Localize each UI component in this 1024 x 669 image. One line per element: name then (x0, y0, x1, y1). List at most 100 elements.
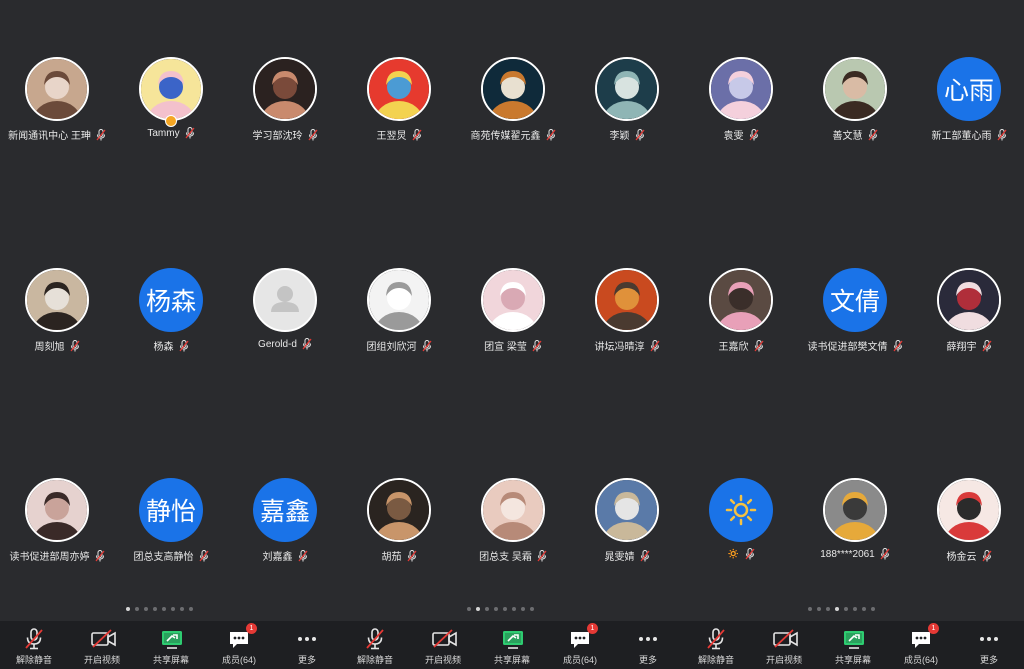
unmute-button[interactable]: 解除静音 (682, 621, 750, 669)
participant-tile[interactable]: 薛翔宇 (912, 268, 1024, 378)
participant-tile[interactable]: 杨森 杨森 (114, 268, 228, 378)
page-dot[interactable] (530, 607, 534, 611)
participant-tile[interactable]: Gerold-d (228, 268, 342, 378)
unmute-button[interactable]: 解除静音 (0, 621, 68, 669)
page-dot[interactable] (144, 607, 148, 611)
participant-tile[interactable]: 周刻旭 (0, 268, 114, 378)
participant-name: 团组刘欣河 (366, 342, 417, 353)
page-dot[interactable] (476, 607, 480, 611)
participant-tile[interactable]: 王嘉欣 (684, 268, 798, 378)
participant-tile[interactable]: 李颖 (570, 57, 684, 167)
start-video-button-label: 开启视频 (424, 655, 461, 665)
unmute-button[interactable]: 解除静音 (341, 621, 409, 669)
page-dot[interactable] (467, 607, 471, 611)
participant-name: 新闻通讯中心 王珅 (8, 131, 91, 142)
participant-tile[interactable]: 团宣 梁莹 (456, 268, 570, 378)
participant-name-row: 王翌炅 (377, 127, 422, 142)
page-dot[interactable] (153, 607, 157, 611)
page-indicator-1[interactable] (126, 607, 193, 611)
photo-girl-blonde-image (27, 59, 87, 119)
participant-tile[interactable]: 🔅 (684, 478, 798, 588)
participant-name-row: 善文慧 (833, 127, 878, 142)
video-off-icon (772, 628, 798, 650)
mic-muted-icon (363, 628, 387, 650)
start-video-button[interactable]: 开启视频 (409, 621, 477, 669)
avatar (595, 57, 659, 121)
page-dot[interactable] (808, 607, 812, 611)
page-dot[interactable] (826, 607, 830, 611)
page-dot[interactable] (180, 607, 184, 611)
mic-muted-icon (532, 339, 542, 351)
participant-tile[interactable]: 学习部沈玲 (228, 57, 342, 167)
participant-tile[interactable]: 文倩 读书促进部樊文倩 (798, 268, 912, 378)
participant-tile[interactable]: 杨金云 (912, 478, 1024, 588)
more-button-label: 更多 (297, 655, 316, 665)
members-button[interactable]: 1 成员(64) (205, 621, 273, 669)
page-dot[interactable] (862, 607, 866, 611)
page-dot[interactable] (503, 607, 507, 611)
page-dot[interactable] (485, 607, 489, 611)
page-dot[interactable] (871, 607, 875, 611)
members-button[interactable]: 1 成员(64) (546, 621, 614, 669)
cartoon-crayon-shin-image (369, 59, 429, 119)
participant-tile[interactable]: 团总支 吴霜 (456, 478, 570, 588)
more-button[interactable]: 更多 (614, 621, 682, 669)
participant-tile[interactable]: 善文慧 (798, 57, 912, 167)
mic-muted-icon (753, 339, 764, 351)
participant-tile[interactable]: Tammy (114, 57, 228, 167)
page-dot[interactable] (844, 607, 848, 611)
more-button[interactable]: 更多 (273, 621, 341, 669)
participant-tile[interactable]: 袁雯 (684, 57, 798, 167)
unmute-button-label: 解除静音 (356, 655, 393, 665)
participant-tile[interactable]: 胡茄 (342, 478, 456, 588)
participant-name: 善文慧 (832, 131, 863, 142)
participant-name-row: 商苑传媒翟元鑫 (471, 127, 556, 142)
participant-tile[interactable]: 读书促进部周亦婷 (0, 478, 114, 588)
mic-muted-icon (69, 339, 80, 351)
members-button[interactable]: 1 成员(64) (887, 621, 955, 669)
participant-tile[interactable]: 团组刘欣河 (342, 268, 456, 378)
page-indicator-2[interactable] (467, 607, 534, 611)
participant-tile[interactable]: 新闻通讯中心 王珅 (0, 57, 114, 167)
participant-tile[interactable]: 讲坛冯晴淳 (570, 268, 684, 378)
participant-tile[interactable]: 188****2061 (798, 478, 912, 588)
share-screen-button[interactable]: 共享屏幕 (819, 621, 887, 669)
page-dot[interactable] (521, 607, 525, 611)
avatar (709, 478, 773, 542)
page-indicator-3[interactable] (808, 607, 875, 611)
participant-tile[interactable]: 商苑传媒翟元鑫 (456, 57, 570, 167)
participant-tile[interactable]: 王翌炅 (342, 57, 456, 167)
start-video-button[interactable]: 开启视频 (750, 621, 818, 669)
avatar (481, 57, 545, 121)
more-button[interactable]: 更多 (955, 621, 1023, 669)
page-dot[interactable] (126, 607, 130, 611)
page-dot[interactable] (512, 607, 516, 611)
page-dot[interactable] (817, 607, 821, 611)
participant-tile[interactable]: 心雨 新工部董心雨 (912, 57, 1024, 167)
members-chat-icon: 1 (909, 623, 939, 650)
page-dot[interactable] (135, 607, 139, 611)
share-screen-button[interactable]: 共享屏幕 (478, 621, 546, 669)
host-badge-icon (165, 115, 177, 127)
participant-tile[interactable]: 嘉鑫 刘嘉鑫 (228, 478, 342, 588)
participant-name: 商苑传媒翟元鑫 (470, 131, 541, 142)
page-dot[interactable] (853, 607, 857, 611)
participant-name: 薛翔宇 (946, 342, 977, 353)
page-dot[interactable] (171, 607, 175, 611)
participant-name-row: 新工部董心雨 (932, 127, 1007, 142)
mic-muted-icon (198, 549, 209, 561)
share-screen-button[interactable]: 共享屏幕 (137, 621, 205, 669)
participant-tile[interactable]: 静怡 团总支高静怡 (114, 478, 228, 588)
notification-badge: 1 (246, 623, 257, 634)
mic-muted-icon (307, 128, 318, 140)
page-dot[interactable] (835, 607, 839, 611)
members-button-label: 成员(64) (903, 655, 938, 665)
participant-tile[interactable]: 晁雯婧 (570, 478, 684, 588)
page-dot[interactable] (162, 607, 166, 611)
participant-name-row: 杨金云 (947, 548, 992, 563)
mic-muted-icon (880, 548, 890, 560)
start-video-button[interactable]: 开启视频 (68, 621, 136, 669)
page-dot[interactable] (189, 607, 193, 611)
page-dot[interactable] (494, 607, 498, 611)
share-screen-button-label: 共享屏幕 (493, 655, 530, 665)
